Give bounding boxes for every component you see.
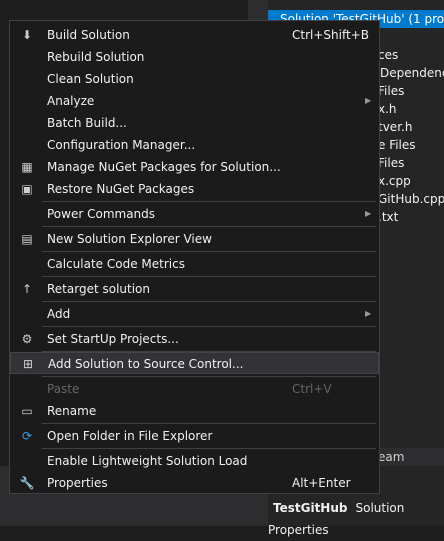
tree-row[interactable]: .txt <box>378 208 398 226</box>
submenu-arrow-icon: ▶ <box>365 96 372 105</box>
menu-item-add-to-source-control[interactable]: ⊞ Add Solution to Source Control... <box>10 352 379 374</box>
menu-item-rebuild-solution[interactable]: Rebuild Solution <box>10 46 379 68</box>
nuget-icon: ▦ <box>21 160 33 174</box>
menu-separator <box>42 276 376 277</box>
submenu-arrow-icon: ▶ <box>365 309 372 318</box>
tree-row[interactable]: tver.h <box>378 118 412 136</box>
tree-row[interactable]: ces <box>378 46 398 64</box>
menu-item-properties[interactable]: 🔧 Properties Alt+Enter <box>10 472 379 494</box>
context-menu: ⬇ Build Solution Ctrl+Shift+B Rebuild So… <box>9 20 380 494</box>
menu-item-set-startup-projects[interactable]: ⚙ Set StartUp Projects... <box>10 328 379 350</box>
menu-separator <box>42 251 376 252</box>
menu-separator <box>42 448 376 449</box>
new-view-icon: ▤ <box>21 232 33 246</box>
menu-item-batch-build[interactable]: Batch Build... <box>10 112 379 134</box>
submenu-arrow-icon: ▶ <box>365 209 372 218</box>
menu-item-open-folder[interactable]: ⟳ Open Folder in File Explorer <box>10 425 379 447</box>
wrench-icon: 🔧 <box>19 476 35 490</box>
restore-icon: ▣ <box>21 182 33 196</box>
build-icon: ⬇ <box>21 28 33 42</box>
menu-item-analyze[interactable]: Analyze ▶ <box>10 90 379 112</box>
menu-item-clean-solution[interactable]: Clean Solution <box>10 68 379 90</box>
menu-item-rename[interactable]: ▭ Rename <box>10 400 379 422</box>
menu-item-lightweight-load[interactable]: Enable Lightweight Solution Load <box>10 450 379 472</box>
menu-item-new-solution-explorer-view[interactable]: ▤ New Solution Explorer View <box>10 228 379 250</box>
menu-separator <box>42 301 376 302</box>
menu-separator <box>42 201 376 202</box>
menu-item-paste[interactable]: Paste Ctrl+V <box>10 378 379 400</box>
menu-separator <box>42 326 376 327</box>
tree-row[interactable]: x.h <box>378 100 397 118</box>
tree-row[interactable]: Files <box>378 154 404 172</box>
refresh-icon: ⟳ <box>21 429 33 443</box>
properties-header: TestGitHub Solution Properties <box>268 497 444 537</box>
menu-separator <box>42 226 376 227</box>
menu-item-add[interactable]: Add ▶ <box>10 303 379 325</box>
menu-item-restore-nuget[interactable]: ▣ Restore NuGet Packages <box>10 178 379 200</box>
add-icon: ⊞ <box>22 357 34 371</box>
up-arrow-icon: ↑ <box>21 282 33 296</box>
tree-row[interactable]: x.cpp <box>378 172 411 190</box>
menu-item-calculate-code-metrics[interactable]: Calculate Code Metrics <box>10 253 379 275</box>
menu-item-configuration-manager[interactable]: Configuration Manager... <box>10 134 379 156</box>
menu-item-power-commands[interactable]: Power Commands ▶ <box>10 203 379 225</box>
tree-row[interactable]: GitHub.cpp <box>378 190 444 208</box>
menu-separator <box>42 376 376 377</box>
menu-item-manage-nuget[interactable]: ▦ Manage NuGet Packages for Solution... <box>10 156 379 178</box>
gear-icon: ⚙ <box>21 332 33 346</box>
menu-item-retarget-solution[interactable]: ↑ Retarget solution <box>10 278 379 300</box>
tree-row[interactable]: e Files <box>378 136 416 154</box>
tree-row[interactable]: Dependencie <box>380 64 444 82</box>
tree-row[interactable]: Files <box>378 82 404 100</box>
menu-item-build-solution[interactable]: ⬇ Build Solution Ctrl+Shift+B <box>10 24 379 46</box>
menu-separator <box>42 423 376 424</box>
rename-icon: ▭ <box>21 404 33 418</box>
